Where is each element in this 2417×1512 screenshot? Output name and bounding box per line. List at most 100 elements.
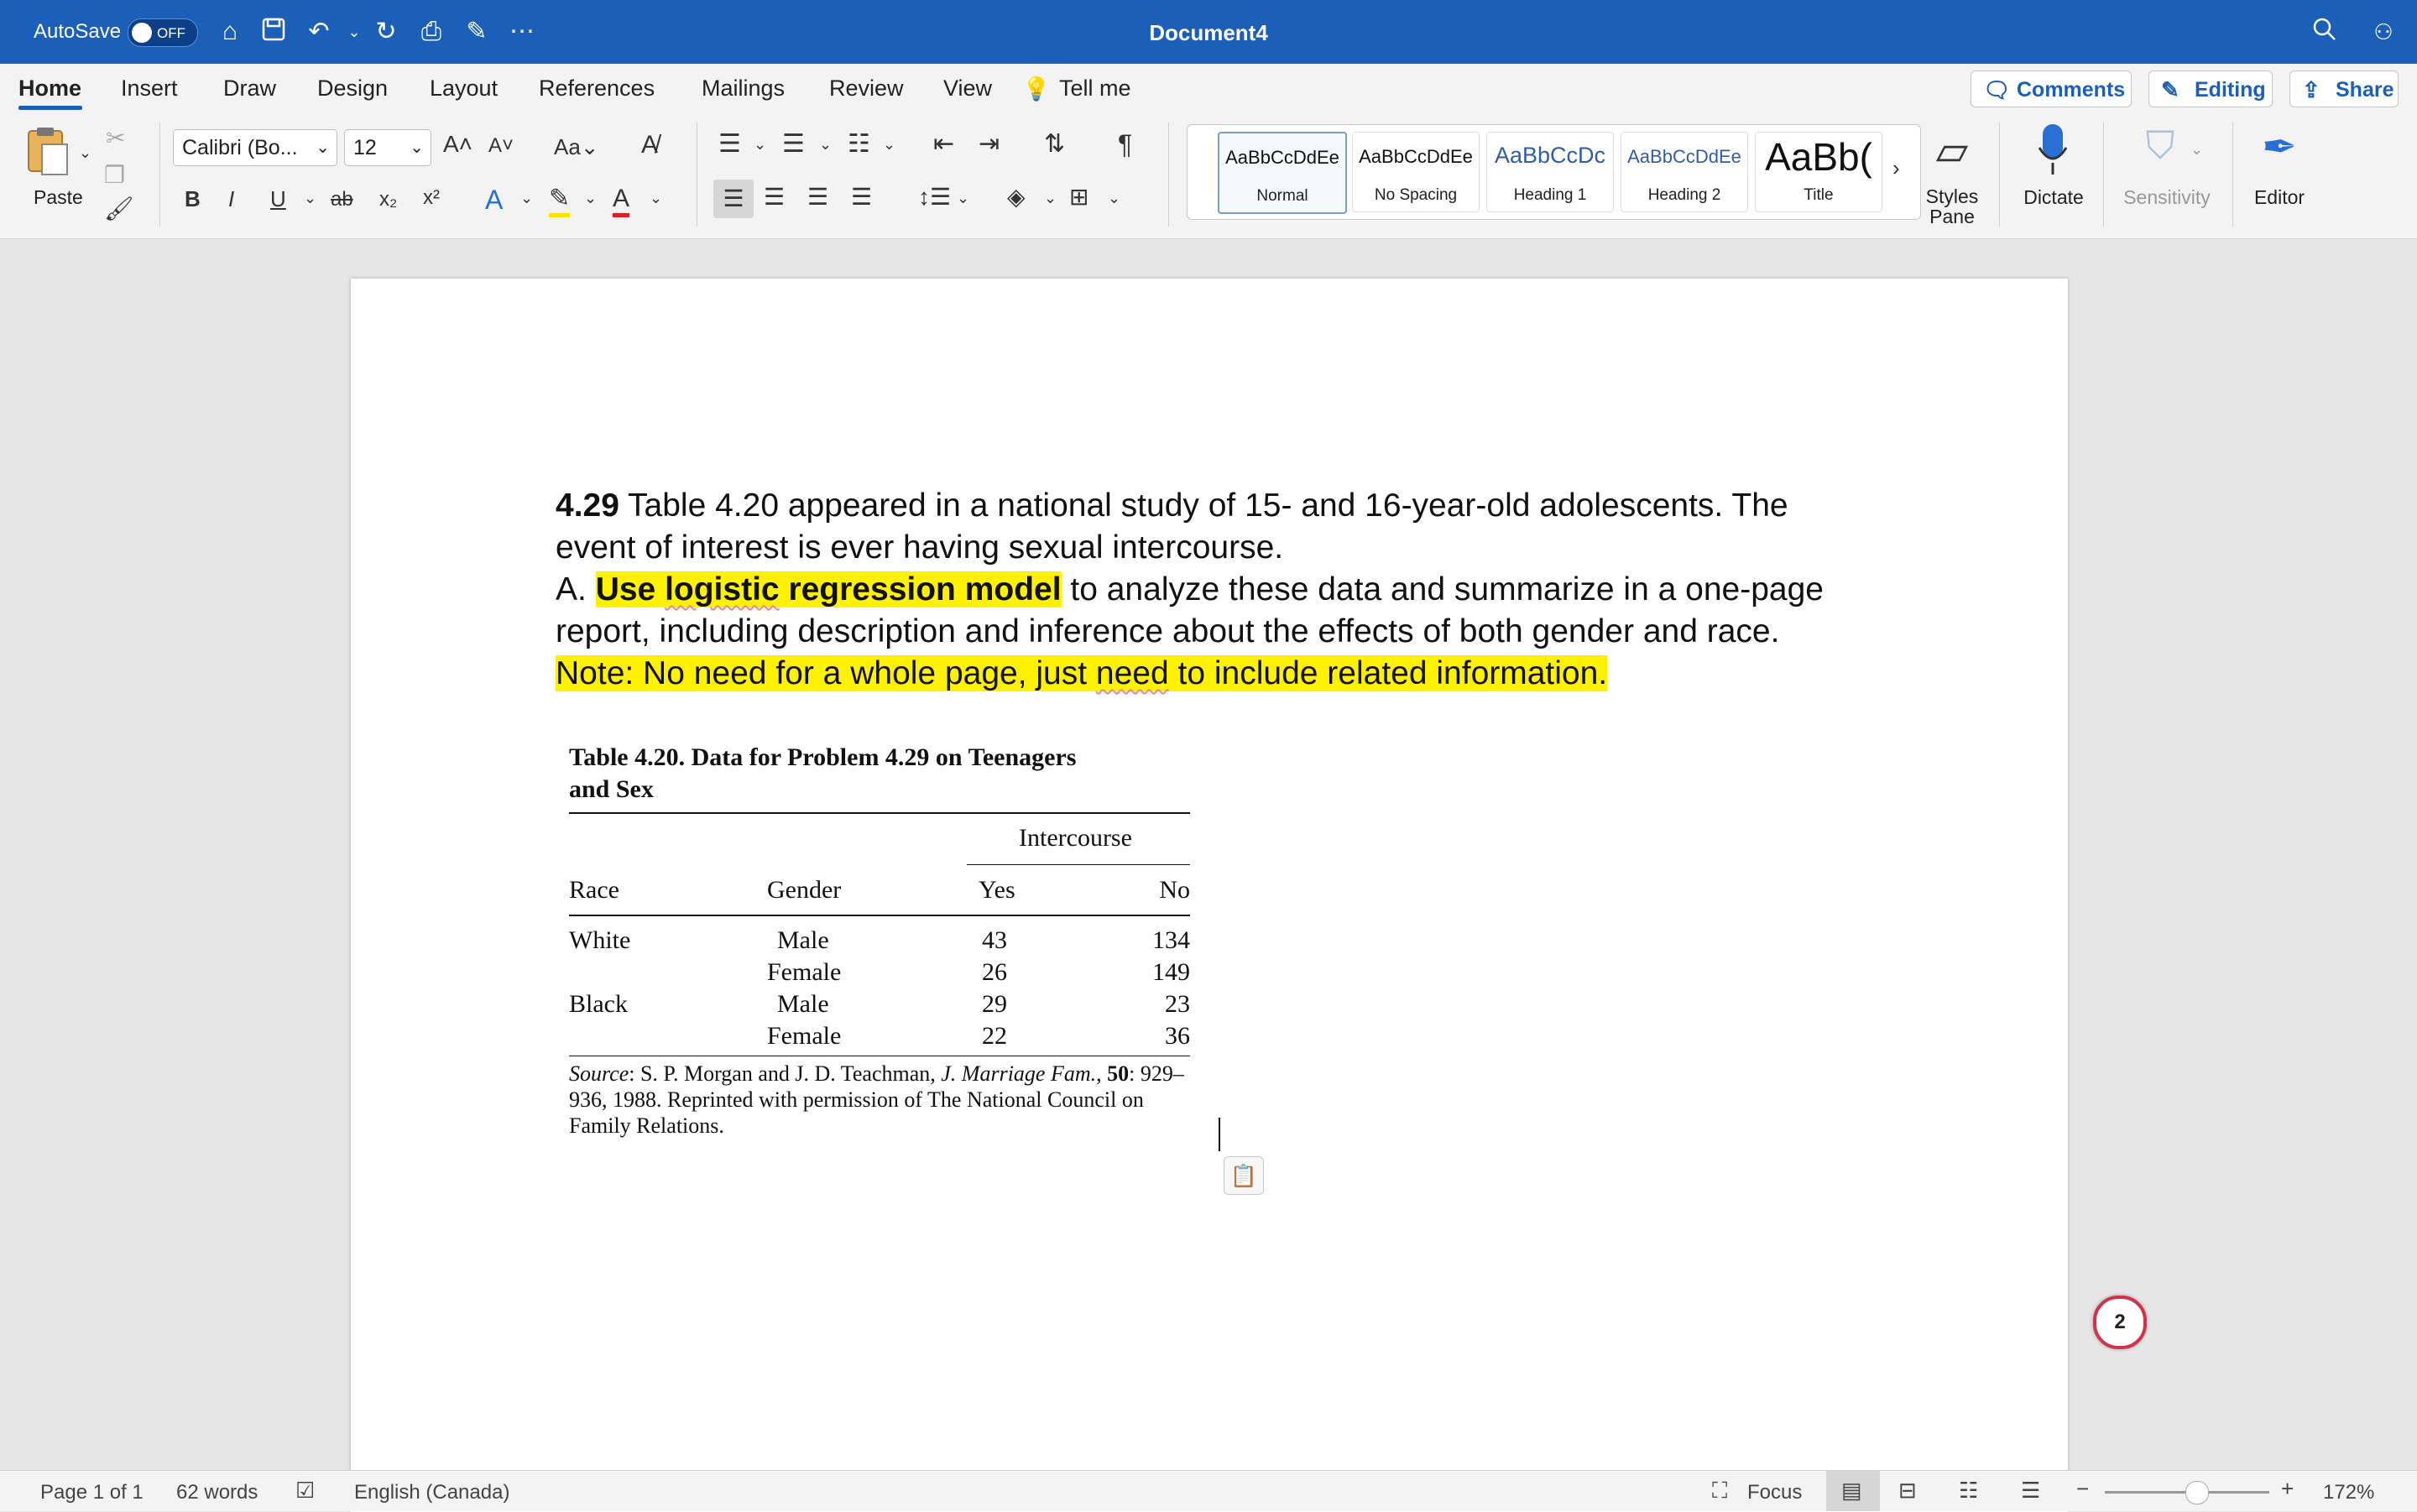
- style-heading-2[interactable]: AaBbCcDdEe Heading 2: [1621, 132, 1748, 212]
- source-volume: 50: [1107, 1061, 1130, 1086]
- style-no-spacing[interactable]: AaBbCcDdEe No Spacing: [1352, 132, 1480, 212]
- strikethrough-icon[interactable]: ab: [331, 188, 353, 211]
- superscript-icon[interactable]: x²: [423, 186, 440, 210]
- font-color-icon[interactable]: A: [613, 185, 630, 217]
- font-color-dropdown-icon[interactable]: ⌄: [650, 190, 662, 207]
- style-heading-1[interactable]: AaBbCcDc Heading 1: [1486, 132, 1614, 212]
- table-rule-header: [569, 915, 1190, 916]
- clear-formatting-icon[interactable]: A̸: [641, 131, 658, 159]
- editing-button[interactable]: ✎ Editing: [2148, 70, 2273, 107]
- tab-design[interactable]: Design: [317, 76, 388, 102]
- paste-icon[interactable]: [23, 124, 74, 175]
- comments-button[interactable]: 🗨 Comments: [1971, 70, 2132, 107]
- tab-layout[interactable]: Layout: [430, 76, 498, 102]
- tab-draw[interactable]: Draw: [223, 76, 276, 102]
- multilevel-dropdown-icon[interactable]: ⌄: [883, 136, 895, 154]
- title-bar: AutoSave OFF ⌂ ↶ ⌄ ↻ ⎙ ✎ ⋯ Document4 ⚇: [0, 0, 2417, 64]
- tab-home[interactable]: Home: [18, 76, 81, 102]
- sort-icon[interactable]: ⇅: [1044, 129, 1065, 159]
- align-left-icon[interactable]: ☰: [713, 180, 754, 218]
- tab-references[interactable]: References: [539, 76, 655, 102]
- text-effects-icon[interactable]: A: [485, 185, 503, 216]
- decrease-indent-icon[interactable]: ⇤: [933, 129, 954, 159]
- column-header: No: [1159, 876, 1190, 904]
- bullets-icon[interactable]: ☰: [718, 129, 741, 159]
- highlight-color-icon[interactable]: ✎: [549, 185, 571, 217]
- numbering-dropdown-icon[interactable]: ⌄: [819, 136, 832, 154]
- comment-count-badge[interactable]: 2: [2093, 1296, 2147, 1349]
- paste-options-icon[interactable]: 📋: [1224, 1156, 1264, 1195]
- decrease-font-size-icon[interactable]: A˅: [488, 134, 514, 158]
- ribbon-separator: [1999, 123, 2000, 227]
- style-name: Heading 2: [1647, 186, 1721, 204]
- share-label: Share: [2336, 78, 2394, 102]
- language-indicator[interactable]: English (Canada): [354, 1481, 509, 1504]
- format-painter-icon[interactable]: 🖌: [104, 195, 134, 222]
- bold-text: Use: [595, 571, 666, 607]
- proofing-icon[interactable]: ☑: [295, 1478, 315, 1504]
- underline-icon[interactable]: U: [270, 186, 286, 212]
- styles-pane-icon: ▱: [1935, 127, 1969, 174]
- font-size-combo[interactable]: 12 ⌄: [344, 129, 431, 166]
- shading-dropdown-icon[interactable]: ⌄: [1044, 190, 1057, 207]
- highlight-dropdown-icon[interactable]: ⌄: [584, 190, 597, 207]
- justify-icon[interactable]: ☰: [851, 183, 872, 211]
- paste-dropdown-icon[interactable]: ⌄: [79, 144, 91, 162]
- pasted-table-image[interactable]: Table 4.20. Data for Problem 4.29 on Tee…: [569, 742, 1190, 1138]
- zoom-slider-handle[interactable]: [2185, 1481, 2209, 1504]
- table-caption: Table 4.20. Data for Problem 4.29 on Tee…: [569, 743, 1077, 803]
- word-count[interactable]: 62 words: [176, 1481, 258, 1504]
- align-right-icon[interactable]: ☰: [807, 183, 828, 211]
- bold-text: regression model: [779, 571, 1062, 607]
- cut-icon[interactable]: ✂: [106, 124, 125, 152]
- line-spacing-dropdown-icon[interactable]: ⌄: [957, 190, 969, 207]
- font-name-combo[interactable]: Calibri (Bo... ⌄: [173, 129, 337, 166]
- borders-icon[interactable]: ⊞: [1069, 183, 1088, 211]
- show-formatting-marks-icon[interactable]: ¶: [1118, 129, 1132, 160]
- line-spacing-icon[interactable]: ↕☰: [918, 183, 951, 211]
- zoom-in-icon[interactable]: +: [2281, 1476, 2294, 1502]
- row-gender: Female: [767, 958, 842, 986]
- sensitivity-label: Sensitivity: [2123, 186, 2211, 208]
- row-no: 23: [1165, 990, 1190, 1018]
- account-icon[interactable]: ⚇: [2368, 17, 2399, 47]
- subscript-icon[interactable]: x₂: [379, 188, 397, 211]
- tab-view[interactable]: View: [943, 76, 992, 102]
- change-case-icon[interactable]: Aa⌄: [554, 134, 599, 160]
- page-count[interactable]: Page 1 of 1: [40, 1481, 144, 1504]
- style-title[interactable]: AaBb( Title: [1755, 132, 1882, 212]
- row-no: 149: [1152, 958, 1190, 986]
- font-name-value: Calibri (Bo...: [182, 136, 298, 159]
- tab-mailings[interactable]: Mailings: [702, 76, 785, 102]
- underline-dropdown-icon[interactable]: ⌄: [304, 190, 316, 207]
- tell-me-search[interactable]: Tell me: [1059, 76, 1131, 102]
- group-header-rule: [967, 864, 1190, 865]
- zoom-level[interactable]: 172%: [2323, 1481, 2374, 1504]
- multilevel-list-icon[interactable]: ☷: [848, 129, 870, 159]
- italic-icon[interactable]: I: [228, 186, 234, 212]
- borders-dropdown-icon[interactable]: ⌄: [1108, 190, 1120, 207]
- outline-view-icon[interactable]: ☷: [1959, 1478, 1978, 1504]
- styles-pane-line2: Pane: [1929, 206, 1975, 227]
- numbering-icon[interactable]: ☰: [782, 129, 805, 159]
- tab-review[interactable]: Review: [829, 76, 904, 102]
- increase-font-size-icon[interactable]: A˄: [443, 131, 472, 158]
- bullets-dropdown-icon[interactable]: ⌄: [754, 136, 766, 154]
- tab-insert[interactable]: Insert: [121, 76, 178, 102]
- align-center-icon[interactable]: ☰: [764, 183, 785, 211]
- shading-icon[interactable]: ◈: [1007, 183, 1026, 211]
- focus-icon[interactable]: ⛶: [1712, 1478, 1727, 1504]
- share-button[interactable]: ⇪ Share: [2289, 70, 2399, 107]
- chevron-right-icon[interactable]: ›: [1892, 155, 1900, 181]
- web-layout-view-icon[interactable]: ⊟: [1898, 1478, 1917, 1504]
- search-icon[interactable]: [2310, 17, 2340, 47]
- zoom-out-icon[interactable]: −: [2076, 1476, 2089, 1502]
- style-normal[interactable]: AaBbCcDdEe Normal: [1218, 132, 1347, 214]
- focus-mode-button[interactable]: Focus: [1747, 1481, 1802, 1504]
- bold-icon[interactable]: B: [185, 186, 201, 212]
- document-body[interactable]: 4.29 Table 4.20 appeared in a national s…: [556, 485, 1865, 695]
- increase-indent-icon[interactable]: ⇥: [979, 129, 1000, 159]
- text-effects-dropdown-icon[interactable]: ⌄: [520, 190, 533, 207]
- copy-icon[interactable]: ❐: [104, 161, 125, 189]
- draft-view-icon[interactable]: ☰: [2021, 1478, 2040, 1504]
